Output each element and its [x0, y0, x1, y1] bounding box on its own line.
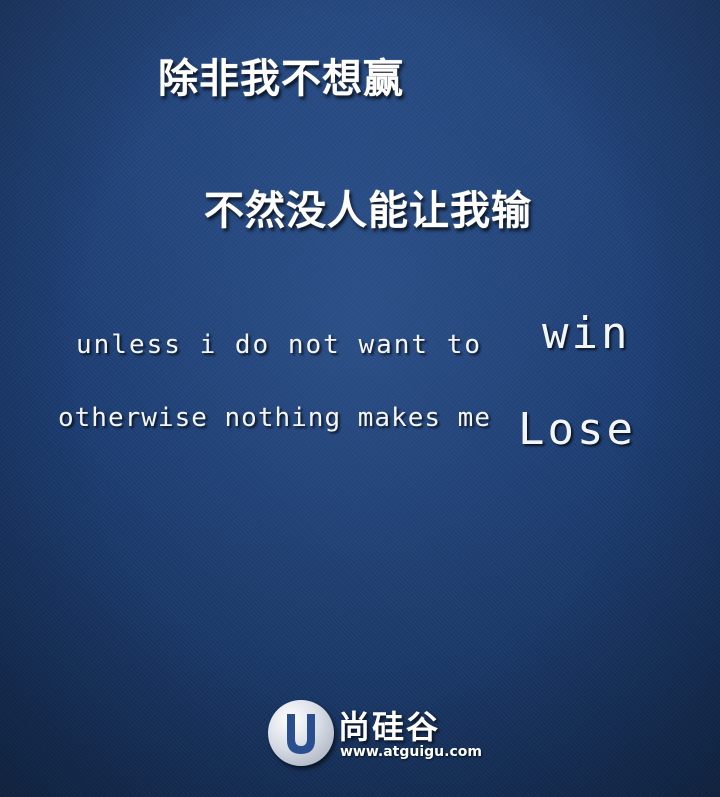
logo-badge — [268, 700, 334, 766]
background-vignette — [0, 0, 720, 797]
headline-line-1: 除非我不想赢 — [158, 55, 404, 102]
headline-line-2: 不然没人能让我输 — [204, 187, 532, 234]
english-line-1: unless i do not want to — [76, 330, 483, 360]
logo-url: www.atguigu.com — [340, 744, 482, 760]
brand-logo: 尚硅谷 www.atguigu.com — [268, 698, 508, 770]
english-line-2: otherwise nothing makes me — [58, 403, 491, 433]
u-circle-logo-icon — [287, 714, 315, 754]
english-line-2-emphasis: Lose — [518, 404, 636, 455]
logo-name: 尚硅谷 — [338, 708, 441, 746]
english-line-1-emphasis: win — [542, 308, 631, 359]
